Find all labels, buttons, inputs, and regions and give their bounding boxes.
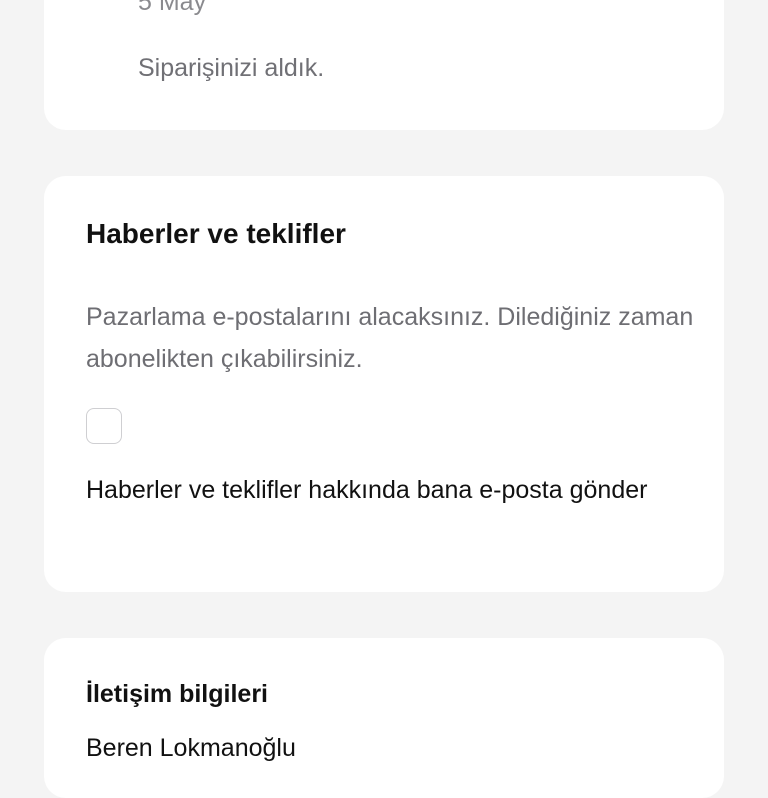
marketing-email-checkbox-label[interactable]: Haberler ve teklifler hakkında bana e-po… [86, 470, 686, 511]
order-status-card: 5 May Siparişinizi aldık. [44, 0, 724, 130]
order-date: 5 May [138, 0, 207, 16]
marketing-email-checkbox[interactable] [86, 408, 122, 444]
order-status-text: Siparişinizi aldık. [138, 54, 325, 82]
news-offers-title: Haberler ve teklifler [86, 218, 346, 249]
news-offers-description: Pazarlama e-postalarını alacaksınız. Dil… [86, 303, 694, 373]
contact-info-title: İletişim bilgileri [86, 680, 268, 708]
contact-name: Beren Lokmanoğlu [86, 734, 296, 762]
contact-info-card: İletişim bilgileri Beren Lokmanoğlu [44, 638, 724, 798]
news-offers-card: Haberler ve teklifler Pazarlama e-postal… [44, 176, 724, 592]
